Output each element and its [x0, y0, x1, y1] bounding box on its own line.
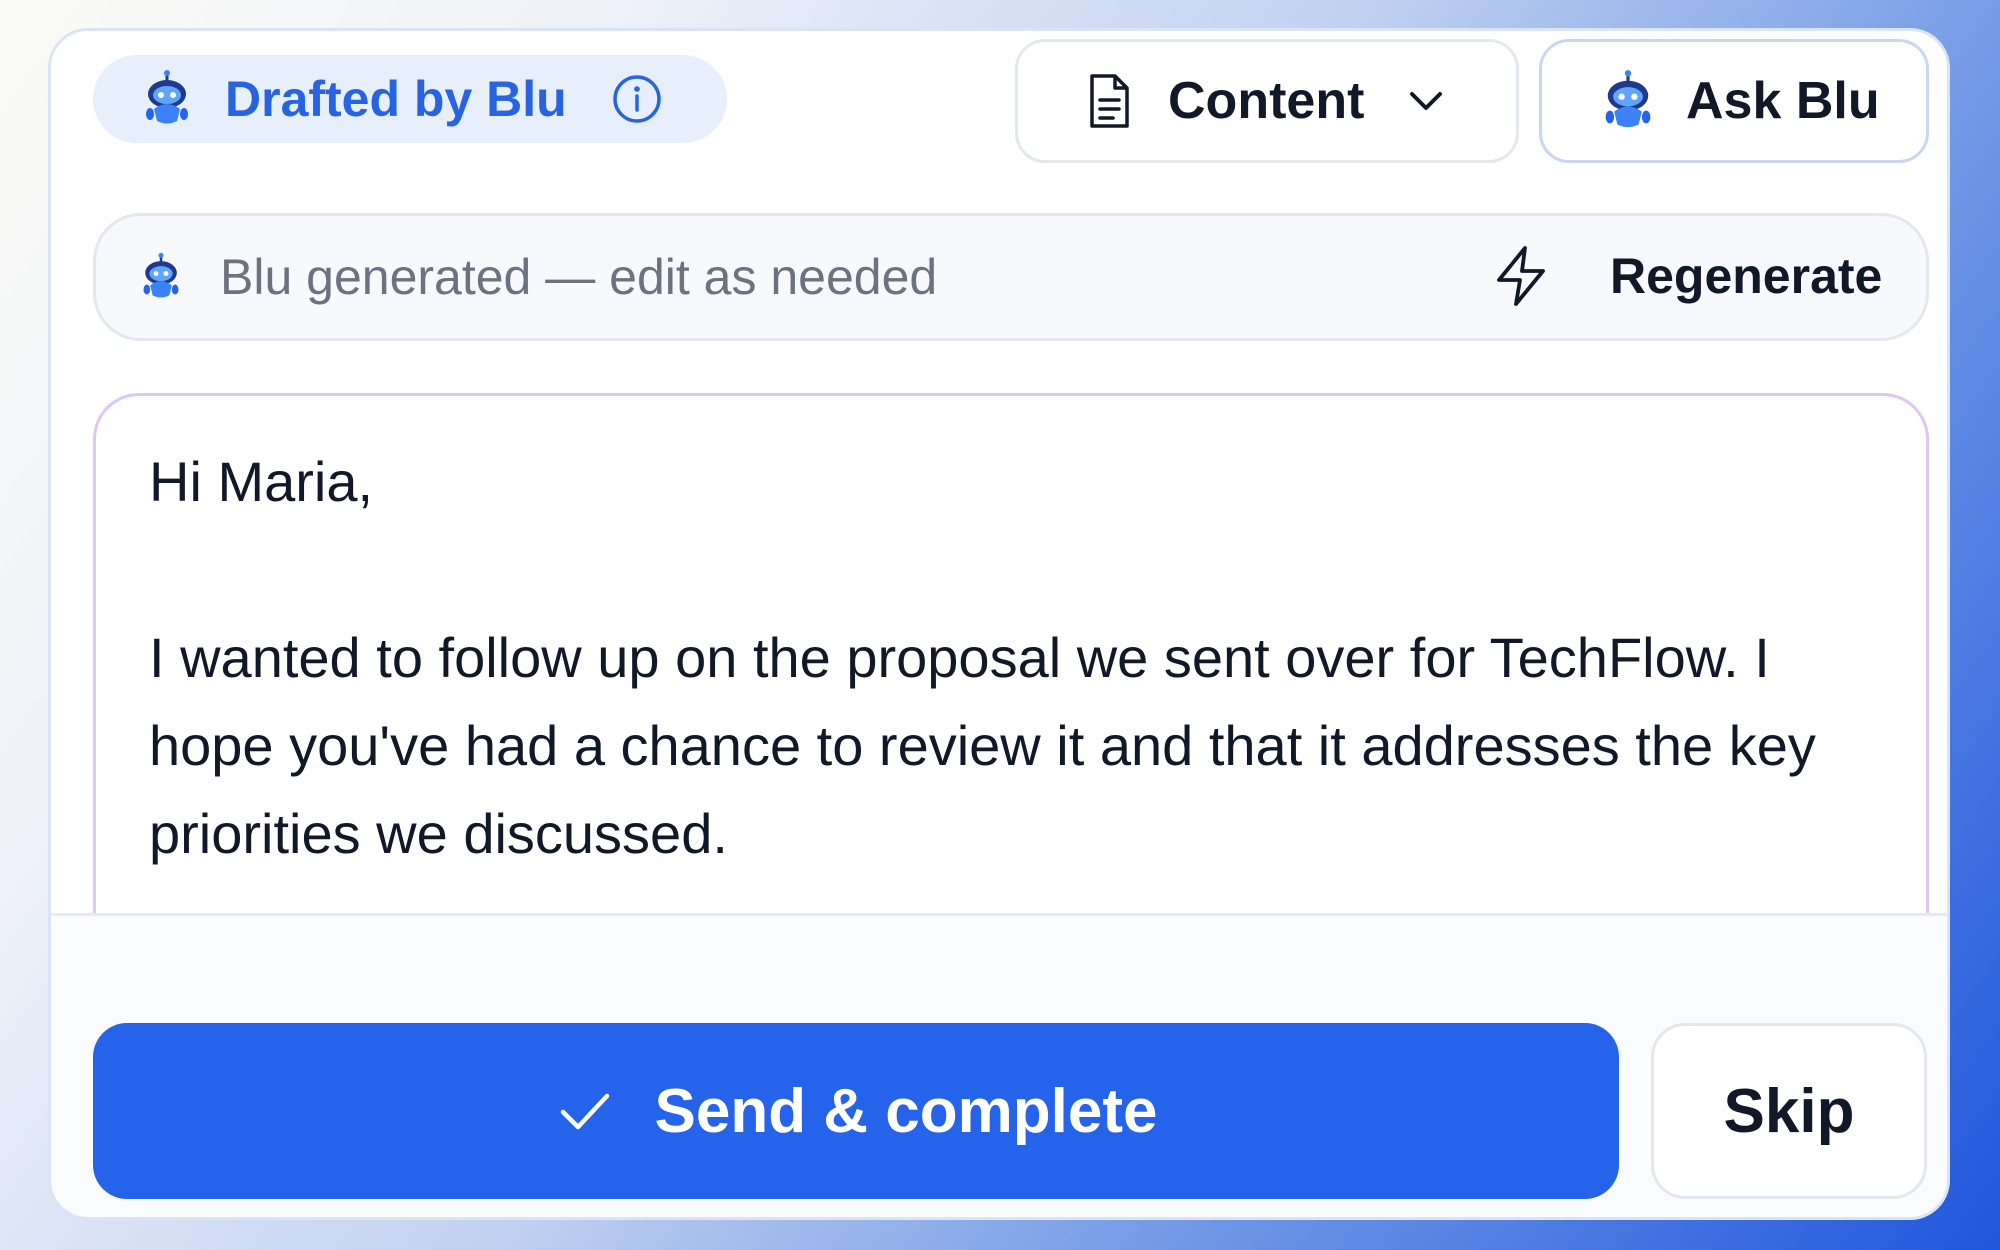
content-dropdown-label: Content	[1168, 72, 1365, 130]
blu-robot-icon	[1605, 70, 1651, 128]
regenerate-label: Regenerate	[1610, 248, 1883, 304]
message-text[interactable]: Hi Maria, I wanted to follow up on the p…	[149, 438, 1889, 878]
ask-blu-label: Ask Blu	[1686, 72, 1880, 130]
generated-notice-bar: Blu generated — edit as needed Regenerat…	[93, 213, 1929, 341]
draft-card: Drafted by Blu Content Ask Blu Blu gener…	[48, 28, 1950, 1220]
lightning-icon	[1497, 246, 1545, 306]
badge-label: Drafted by Blu	[225, 71, 567, 127]
message-body: I wanted to follow up on the proposal we…	[149, 626, 1832, 865]
content-dropdown-button[interactable]: Content	[1015, 39, 1519, 163]
message-editor[interactable]: Hi Maria, I wanted to follow up on the p…	[93, 393, 1929, 913]
info-icon[interactable]	[611, 73, 663, 125]
regenerate-button[interactable]: Regenerate	[1488, 236, 1882, 316]
blu-robot-icon	[146, 70, 188, 124]
chevron-down-icon	[1410, 92, 1443, 110]
blu-robot-icon	[143, 252, 179, 298]
message-greeting: Hi Maria,	[149, 450, 374, 513]
ask-blu-button[interactable]: Ask Blu	[1539, 39, 1929, 163]
skip-label: Skip	[1723, 1076, 1855, 1146]
document-icon	[1090, 74, 1129, 128]
send-and-complete-label: Send & complete	[654, 1076, 1158, 1146]
drafted-by-blu-badge: Drafted by Blu	[93, 55, 727, 143]
generated-notice-text: Blu generated — edit as needed	[220, 249, 938, 305]
send-and-complete-button[interactable]: Send & complete	[93, 1023, 1619, 1199]
skip-button[interactable]: Skip	[1651, 1023, 1927, 1199]
check-icon	[560, 1093, 609, 1130]
